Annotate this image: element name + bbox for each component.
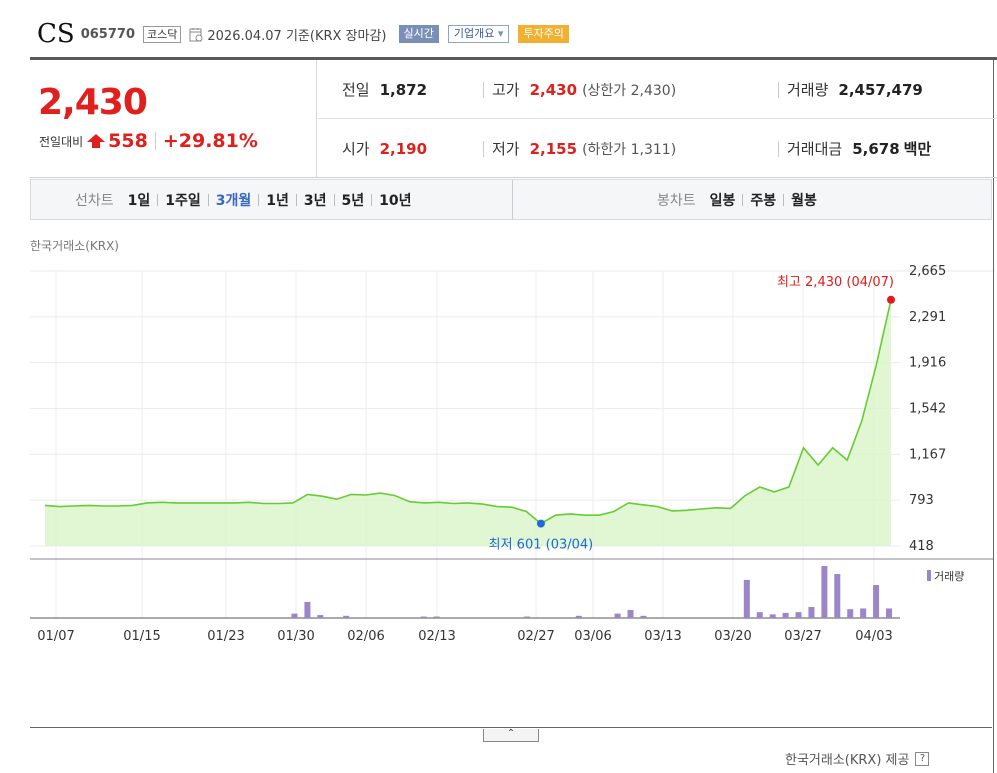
x-tick-label: 03/27 <box>784 629 821 644</box>
volume-bar <box>847 609 854 618</box>
y-tick-label: 2,291 <box>909 310 946 325</box>
y-tick-label: 418 <box>909 539 934 554</box>
x-tick-label: 03/13 <box>644 629 681 644</box>
volume-bar <box>627 609 634 618</box>
volume-bar <box>782 612 789 618</box>
volume-bar <box>640 615 647 618</box>
x-tick-label: 03/20 <box>714 629 751 644</box>
volume-bar <box>756 612 763 618</box>
volume-bar <box>886 608 892 618</box>
volume-bar <box>291 613 298 618</box>
volume-bar <box>873 585 880 618</box>
y-tick-label: 1,167 <box>909 447 946 462</box>
x-tick-label: 02/27 <box>517 629 554 644</box>
volume-bar <box>433 616 440 618</box>
high-annotation: 최고 2,430 (04/07) <box>777 275 894 290</box>
x-tick-label: 01/23 <box>207 629 244 644</box>
volume-legend-label: 거래량 <box>934 570 964 583</box>
x-tick-label: 04/03 <box>855 629 892 644</box>
x-tick-label: 01/15 <box>123 629 160 644</box>
source-note: 한국거래소(KRX) 제공 ? <box>785 749 930 768</box>
help-icon[interactable]: ? <box>915 751 930 766</box>
volume-bar <box>795 612 802 618</box>
volume-bar <box>821 566 828 618</box>
y-tick-label: 2,665 <box>909 264 946 279</box>
price-area <box>45 299 891 546</box>
collapse-button[interactable]: ⌃ <box>483 729 539 742</box>
volume-bar <box>614 613 621 618</box>
volume-bar <box>743 579 750 618</box>
volume-bar <box>343 615 350 618</box>
volume-bar <box>834 574 841 618</box>
x-tick-label: 02/13 <box>418 629 455 644</box>
x-tick-label: 03/06 <box>574 629 611 644</box>
x-tick-label: 02/06 <box>347 629 384 644</box>
y-tick-label: 793 <box>909 493 934 508</box>
volume-bar <box>317 615 324 618</box>
volume-bar <box>808 607 815 618</box>
volume-bar <box>524 616 531 618</box>
y-tick-label: 1,916 <box>909 356 946 371</box>
high-marker <box>887 295 895 304</box>
price-chart: 2,665 2,291 1,916 1,542 1,167 793 418 최고 2,430 … <box>30 264 993 644</box>
low-annotation: 최저 601 (03/04) <box>489 538 594 553</box>
volume-legend-swatch <box>927 570 931 581</box>
y-tick-label: 1,542 <box>909 402 946 417</box>
volume-bar <box>860 608 867 618</box>
x-tick-label: 01/07 <box>37 629 74 644</box>
volume-bar <box>575 615 582 618</box>
volume-bar <box>420 616 427 618</box>
volume-bar <box>769 614 776 618</box>
x-tick-label: 01/30 <box>277 629 314 644</box>
source-text: 한국거래소(KRX) 제공 <box>785 753 910 768</box>
volume-bar <box>304 601 311 618</box>
low-marker <box>536 519 545 528</box>
